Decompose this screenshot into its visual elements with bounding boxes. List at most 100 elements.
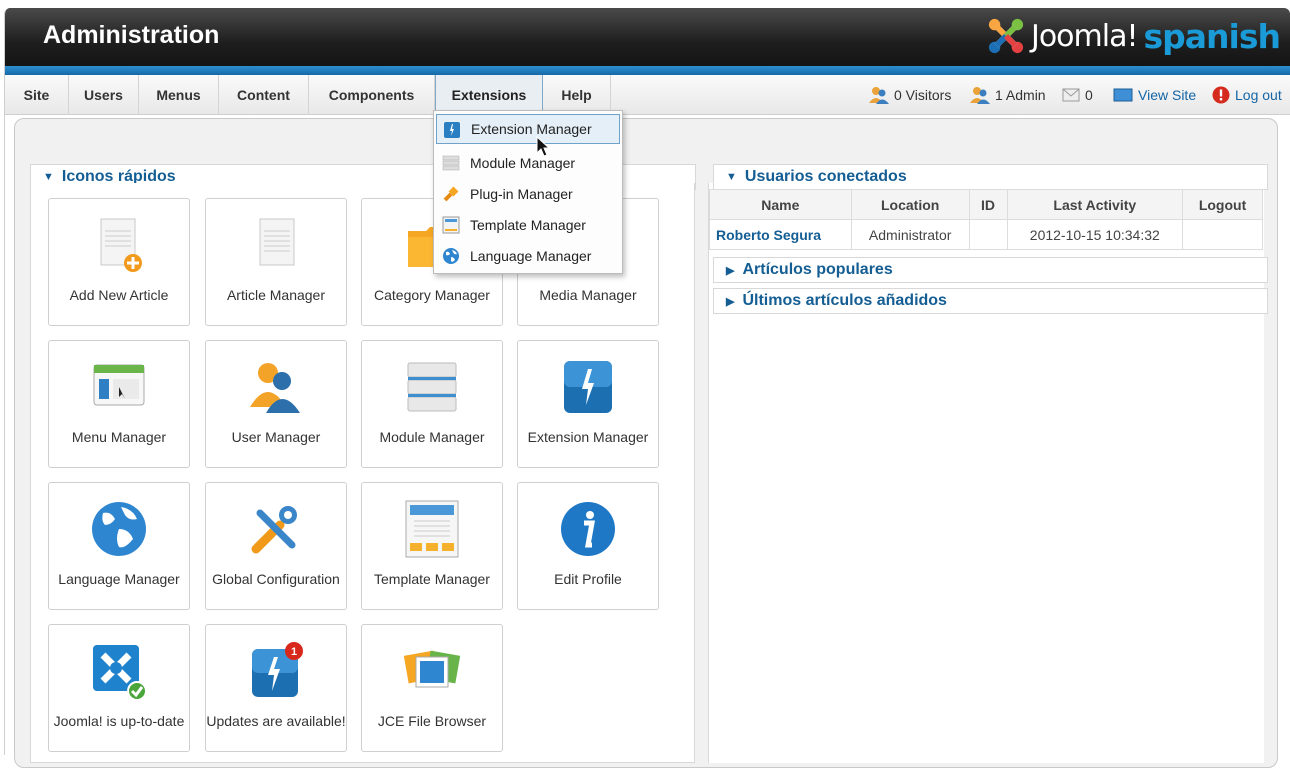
tile-extension-manager[interactable]: Extension Manager <box>517 340 659 468</box>
dropdown-item-label: Extension Manager <box>471 121 592 137</box>
tile-label: Updates are available! <box>206 713 346 729</box>
table-header-row: Name Location ID Last Activity Logout <box>709 189 1263 220</box>
col-last-activity[interactable]: Last Activity <box>1006 189 1184 220</box>
tile-jce-file-browser[interactable]: JCE File Browser <box>361 624 503 752</box>
visitors-status: 0 Visitors <box>869 75 951 115</box>
language-icon <box>443 248 459 264</box>
tile-global-configuration[interactable]: Global Configuration <box>205 482 347 610</box>
user-location: Administrator <box>850 219 970 250</box>
tile-language-manager[interactable]: Language Manager <box>48 482 190 610</box>
tile-label: Template Manager <box>374 571 490 587</box>
view-site-label: View Site <box>1138 87 1197 103</box>
main-menubar: Site Users Menus Content Components Exte… <box>5 75 1290 115</box>
user-logout[interactable] <box>1182 219 1263 250</box>
header-bar: Administration Joomla! spanish <box>5 8 1290 66</box>
module-icon <box>442 155 460 171</box>
page-title: Administration <box>43 21 220 49</box>
users-icon <box>250 363 300 413</box>
tile-updates-available[interactable]: 1 Updates are available! <box>205 624 347 752</box>
add-article-icon <box>100 218 142 272</box>
info-icon <box>561 502 615 556</box>
logout-label: Log out <box>1235 87 1282 103</box>
tile-label: Global Configuration <box>212 571 340 587</box>
tile-edit-profile[interactable]: Edit Profile <box>517 482 659 610</box>
tile-joomla-up-to-date[interactable]: Joomla! is up-to-date <box>48 624 190 752</box>
joomla-logo-icon <box>988 18 1024 54</box>
visitors-count: 0 Visitors <box>894 87 952 103</box>
mouse-cursor-icon <box>536 136 550 157</box>
menu-extensions[interactable]: Extensions <box>435 75 543 115</box>
menu-content[interactable]: Content <box>219 75 309 115</box>
extension-icon <box>564 361 612 413</box>
dropdown-item-label: Plug-in Manager <box>470 186 573 202</box>
dropdown-plugin-manager[interactable]: Plug-in Manager <box>436 179 620 209</box>
col-logout[interactable]: Logout <box>1182 189 1263 220</box>
tile-label: JCE File Browser <box>377 713 487 729</box>
updates-icon: 1 <box>252 642 303 697</box>
globe-icon <box>92 502 146 556</box>
dropdown-item-label: Template Manager <box>470 217 586 233</box>
article-icon <box>259 218 295 266</box>
collapse-arrow-icon: ▼ <box>726 171 737 183</box>
tile-article-manager[interactable]: Article Manager <box>205 198 347 326</box>
logout-icon <box>1212 86 1230 104</box>
file-browser-icon <box>403 650 461 688</box>
messages-status[interactable]: 0 <box>1062 75 1093 115</box>
col-location[interactable]: Location <box>850 189 970 220</box>
plugin-icon <box>443 186 459 202</box>
popular-articles-header[interactable]: ▶ Artículos populares <box>713 257 1268 283</box>
extension-icon <box>444 122 460 138</box>
user-last-activity: 2012-10-15 10:34:32 <box>1006 219 1184 250</box>
tile-add-new-article[interactable]: Add New Article <box>48 198 190 326</box>
messages-count: 0 <box>1085 87 1093 103</box>
template-icon <box>442 216 460 234</box>
tile-label: Edit Profile <box>554 571 622 587</box>
menu-help[interactable]: Help <box>543 75 611 115</box>
collapse-arrow-icon: ▼ <box>43 171 54 183</box>
menu-menus[interactable]: Menus <box>139 75 219 115</box>
tile-menu-manager[interactable]: Menu Manager <box>48 340 190 468</box>
tile-label: Category Manager <box>374 287 490 303</box>
tile-label: Module Manager <box>379 429 485 445</box>
tile-label: Language Manager <box>58 571 180 587</box>
logo-wordmark: Joomla! <box>1030 18 1139 54</box>
dropdown-item-label: Language Manager <box>470 248 592 264</box>
col-name[interactable]: Name <box>709 189 852 220</box>
logout-link[interactable]: Log out <box>1212 75 1282 115</box>
logged-users-table: Name Location ID Last Activity Logout Ro… <box>709 189 1263 250</box>
dropdown-language-manager[interactable]: Language Manager <box>436 241 620 271</box>
menu-icon <box>93 364 145 406</box>
joomla-check-icon <box>93 645 147 701</box>
dropdown-module-manager[interactable]: Module Manager <box>436 148 620 178</box>
dropdown-extension-manager[interactable]: Extension Manager <box>436 114 620 144</box>
user-id <box>968 219 1008 250</box>
view-site-link[interactable]: View Site <box>1113 75 1196 115</box>
admin-status: 1 Admin <box>970 75 1046 115</box>
tile-template-manager[interactable]: Template Manager <box>361 482 503 610</box>
tile-module-manager[interactable]: Module Manager <box>361 340 503 468</box>
logged-users-header[interactable]: ▼ Usuarios conectados <box>713 164 1268 190</box>
tile-label: Extension Manager <box>527 429 649 445</box>
user-name-link[interactable]: Roberto Segura <box>709 219 852 250</box>
expand-arrow-icon: ▶ <box>726 295 735 308</box>
expand-arrow-icon: ▶ <box>726 264 735 277</box>
dropdown-template-manager[interactable]: Template Manager <box>436 210 620 240</box>
joomla-logo: Joomla! spanish <box>987 16 1281 56</box>
tile-label: Media Manager <box>539 287 637 303</box>
module-icon <box>407 362 457 412</box>
menu-site[interactable]: Site <box>5 75 69 115</box>
latest-articles-header[interactable]: ▶ Últimos artículos añadidos <box>713 288 1268 314</box>
latest-articles-title: Últimos artículos añadidos <box>742 292 947 309</box>
logo-language: spanish <box>1143 16 1281 56</box>
template-icon <box>405 500 459 558</box>
col-id[interactable]: ID <box>968 189 1008 220</box>
admin-icon <box>970 87 990 104</box>
popular-articles-title: Artículos populares <box>742 261 893 278</box>
menu-users[interactable]: Users <box>69 75 139 115</box>
menu-components[interactable]: Components <box>309 75 435 115</box>
dropdown-item-label: Module Manager <box>470 155 576 171</box>
mail-icon <box>1062 88 1080 102</box>
header-accent-strip <box>5 66 1290 75</box>
extensions-dropdown: Extension Manager Module Manager Plug-in… <box>433 110 623 274</box>
tile-user-manager[interactable]: User Manager <box>205 340 347 468</box>
